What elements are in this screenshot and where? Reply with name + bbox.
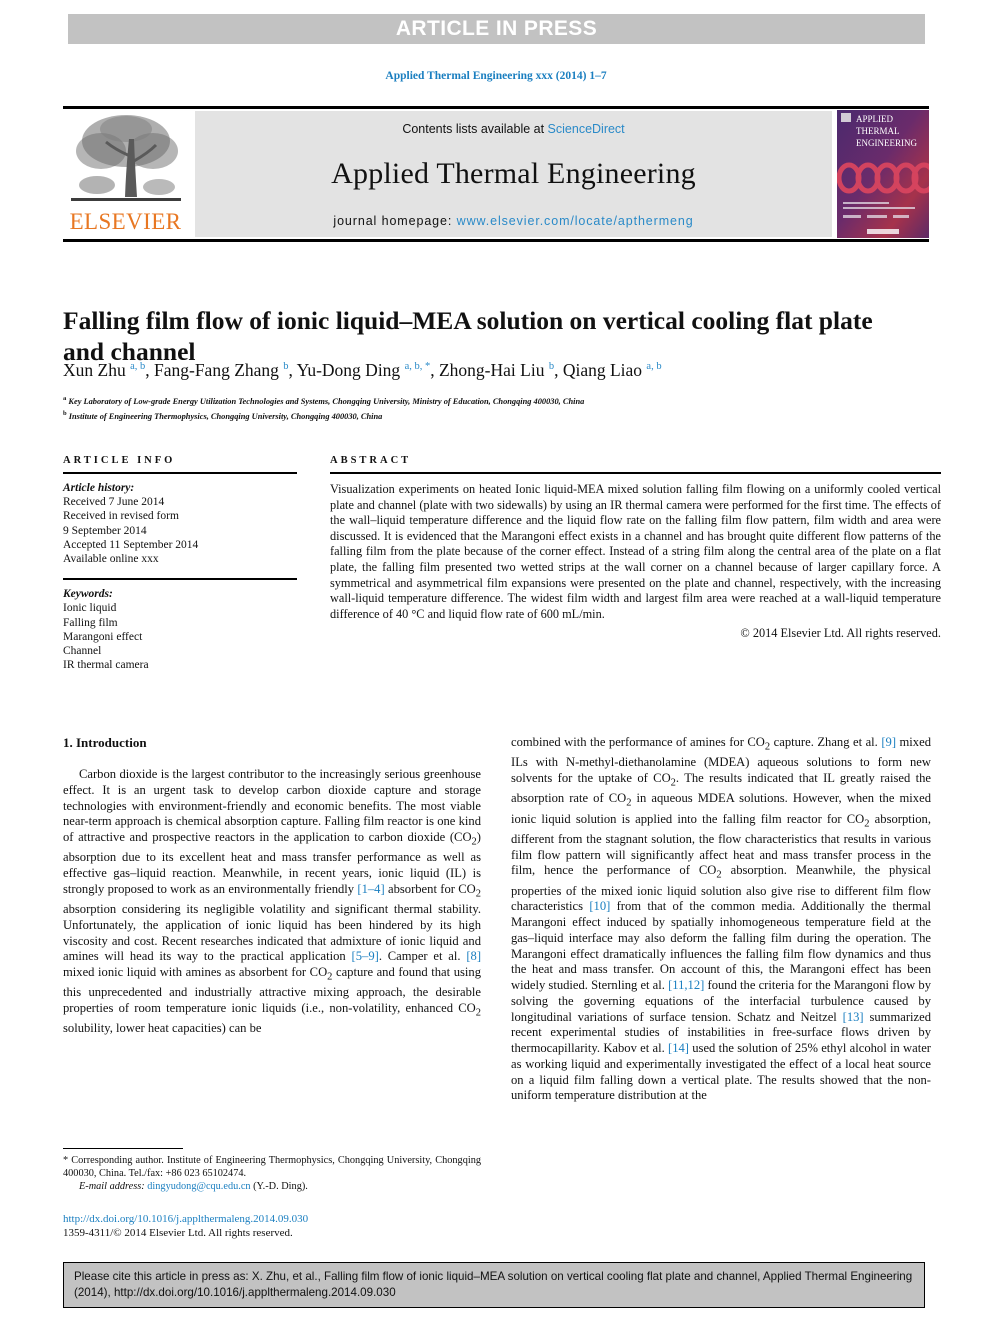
author-list: Xun Zhu a, b, Fang-Fang Zhang b, Yu-Dong… xyxy=(63,359,662,380)
email-address-line: E-mail address: dingyudong@cqu.edu.cn (Y… xyxy=(63,1180,481,1193)
keyword-item: IR thermal camera xyxy=(63,659,149,672)
citation-notice-text: Please cite this article in press as: X.… xyxy=(74,1270,913,1299)
article-in-press-banner: ARTICLE IN PRESS xyxy=(68,14,925,44)
body-column-right: combined with the performance of amines … xyxy=(511,735,931,1104)
keyword-item: Falling film xyxy=(63,616,118,629)
running-head: Applied Thermal Engineering xxx (2014) 1… xyxy=(385,70,607,82)
footnote-divider xyxy=(63,1148,183,1149)
homepage-url-link[interactable]: www.elsevier.com/locate/apthermeng xyxy=(457,214,694,228)
intro-paragraph-right: combined with the performance of amines … xyxy=(511,735,932,1103)
journal-masthead: ELSEVIER Contents lists available at Sci… xyxy=(63,106,929,242)
homepage-prefix: journal homepage: xyxy=(333,214,457,228)
keyword-item: Channel xyxy=(63,645,102,658)
elsevier-tree-icon xyxy=(71,115,181,201)
doi-block: http://dx.doi.org/10.1016/j.applthermale… xyxy=(63,1212,493,1240)
elsevier-logo: ELSEVIER xyxy=(63,111,188,237)
abstract-copyright: © 2014 Elsevier Ltd. All rights reserved… xyxy=(740,626,941,641)
issn-copyright-line: 1359-4311/© 2014 Elsevier Ltd. All right… xyxy=(63,1227,293,1239)
keywords-block: Keywords: Ionic liquid Falling film Mara… xyxy=(63,580,297,672)
svg-text:ENGINEERING: ENGINEERING xyxy=(856,138,917,148)
affiliations: a Key Laboratory of Low-grade Energy Uti… xyxy=(63,393,943,424)
journal-homepage-line: journal homepage: www.elsevier.com/locat… xyxy=(195,214,832,228)
corresponding-author-text: * Corresponding author. Institute of Eng… xyxy=(63,1155,481,1179)
introduction-heading: 1. Introduction xyxy=(63,735,147,750)
abstract-column: ABSTRACT Visualization experiments on he… xyxy=(330,455,941,641)
body-column-left: 1. Introduction Carbon dioxide is the la… xyxy=(63,735,481,1037)
email-label: E-mail address: xyxy=(79,1181,145,1192)
keywords-label: Keywords: xyxy=(63,588,113,601)
history-item: 9 September 2014 xyxy=(63,524,147,537)
article-info-column: ARTICLE INFO Article history: Received 7… xyxy=(63,455,297,672)
journal-cover-art: APPLIED THERMAL ENGINEERING xyxy=(837,110,929,238)
doi-link[interactable]: http://dx.doi.org/10.1016/j.applthermale… xyxy=(63,1212,493,1226)
affiliation-b: b Institute of Engineering Thermophysics… xyxy=(63,410,383,422)
contents-line: Contents lists available at ScienceDirec… xyxy=(195,111,832,136)
contents-prefix: Contents lists available at xyxy=(402,122,548,136)
corresponding-author-footnote: * Corresponding author. Institute of Eng… xyxy=(63,1148,481,1193)
keyword-item: Marangoni effect xyxy=(63,630,143,643)
article-history-block: Article history: Received 7 June 2014 Re… xyxy=(63,474,297,566)
citation-notice-box: Please cite this article in press as: X.… xyxy=(63,1262,925,1308)
affiliation-a: a Key Laboratory of Low-grade Energy Uti… xyxy=(63,395,585,406)
affiliation-a-text: Key Laboratory of Low-grade Energy Utili… xyxy=(68,396,585,406)
sciencedirect-link[interactable]: ScienceDirect xyxy=(548,122,625,136)
journal-title: Applied Thermal Engineering xyxy=(331,157,696,190)
intro-paragraph-left: Carbon dioxide is the largest contributo… xyxy=(63,767,482,1036)
article-in-press-label: ARTICLE IN PRESS xyxy=(395,17,598,40)
history-item: Available online xxx xyxy=(63,553,159,566)
svg-text:APPLIED: APPLIED xyxy=(856,114,894,124)
email-link[interactable]: dingyudong@cqu.edu.cn xyxy=(147,1181,250,1192)
history-item: Received in revised form xyxy=(63,510,179,523)
journal-cover-thumbnail: APPLIED THERMAL ENGINEERING xyxy=(837,110,929,238)
article-history-label: Article history: xyxy=(63,482,135,494)
email-owner: (Y.-D. Ding). xyxy=(253,1181,308,1192)
journal-info-box: Contents lists available at ScienceDirec… xyxy=(195,111,832,237)
article-info-heading: ARTICLE INFO xyxy=(63,455,176,466)
svg-text:THERMAL: THERMAL xyxy=(856,126,900,136)
elsevier-wordmark: ELSEVIER xyxy=(69,209,182,234)
history-item: Received 7 June 2014 xyxy=(63,496,165,509)
affiliation-b-text: Institute of Engineering Thermophysics, … xyxy=(68,412,383,422)
history-item: Accepted 11 September 2014 xyxy=(63,538,199,551)
keyword-item: Ionic liquid xyxy=(63,602,117,615)
abstract-text: Visualization experiments on heated Ioni… xyxy=(330,482,941,621)
abstract-heading: ABSTRACT xyxy=(330,455,412,466)
